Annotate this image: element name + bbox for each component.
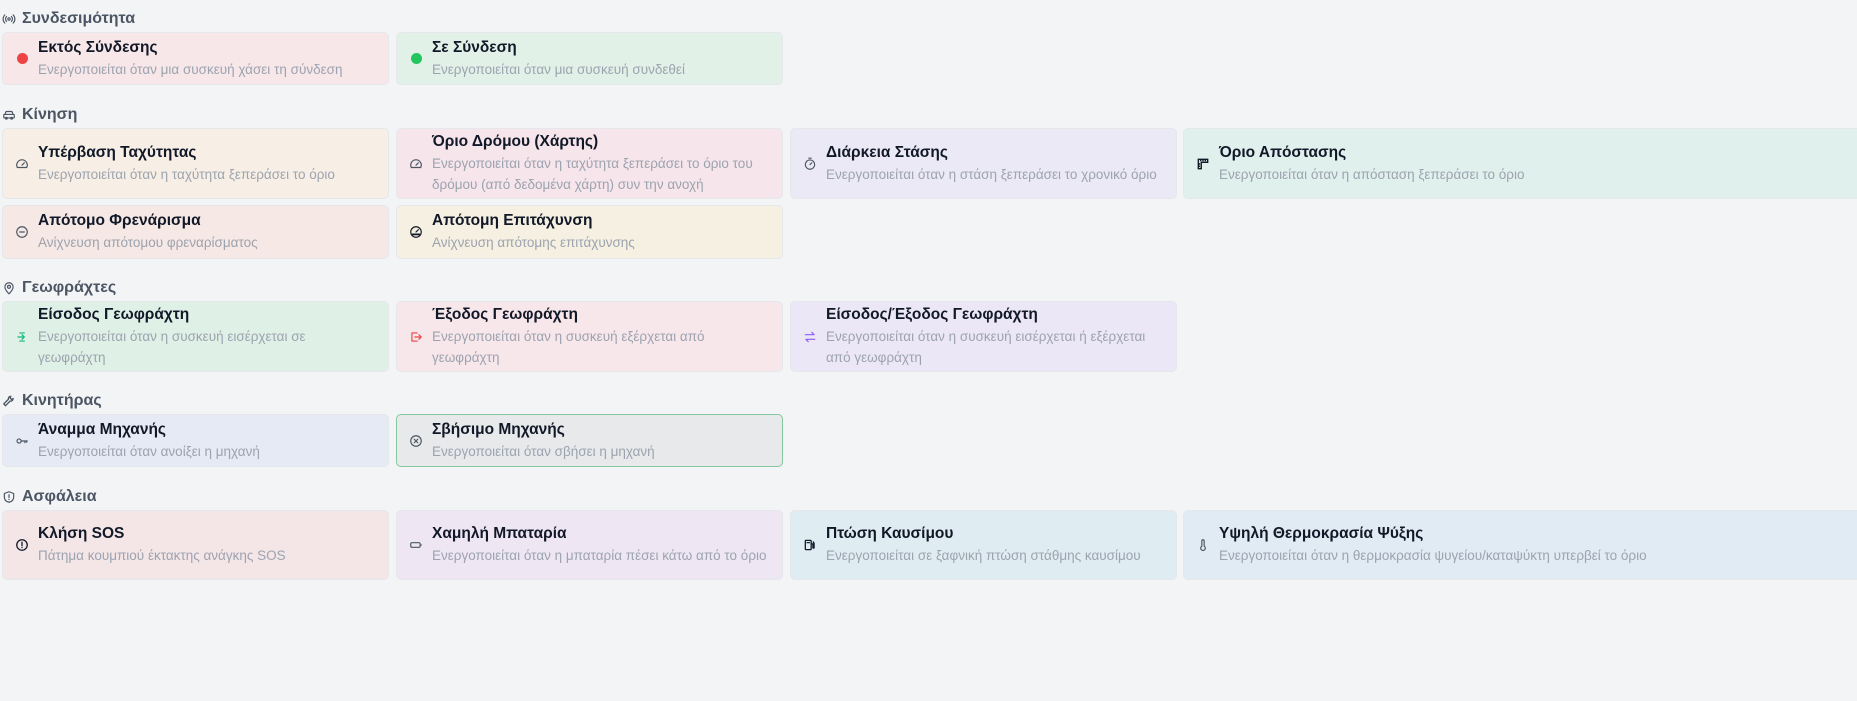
wrench-icon — [2, 395, 14, 407]
alert-card-geofence-enter[interactable]: Είσοδος Γεωφράχτη Ενεργοποιείται όταν η σ… — [2, 301, 389, 372]
section-title-safety: Ασφάλεια — [2, 486, 97, 508]
signal-icon — [2, 14, 16, 24]
car-icon — [3, 110, 15, 120]
alert-card-title: Απότομο Φρενάρισμα — [38, 212, 201, 229]
stopwatch-icon — [803, 157, 817, 171]
alert-card-offline[interactable]: Εκτός Σύνδεσης Ενεργοποιείται όταν μια συ… — [2, 32, 389, 85]
alert-card-title: Σβήσιμο Μηχανής — [432, 420, 565, 438]
alert-card-ignition-off[interactable]: Σβήσιμο Μηχανής Ενεργοποιείται όταν σβήσε… — [396, 414, 783, 467]
alert-card-ignition-on[interactable]: Άναμμα Μηχανής Ενεργοποιείται όταν ανοίξε… — [2, 414, 389, 467]
alert-card-harsh-acceleration[interactable]: Απότομη Επιτάχυνση Ανίχνευση απότομης επι… — [396, 205, 783, 259]
alert-card-title: Διάρκεια Στάσης — [826, 143, 948, 161]
section-title-label: Κινητήρας — [22, 392, 102, 409]
alert-card-title: Πτώση Καυσίμου — [826, 525, 954, 542]
battery-icon — [409, 538, 423, 552]
brake-icon — [15, 225, 29, 239]
alert-card-high-cooling-temp[interactable]: Υψηλή Θερμοκρασία Ψύξης Ενεργοποιείται ότ… — [1183, 510, 1857, 580]
alert-card-desc: Ενεργοποιείται όταν ανοίξει η μηχανή — [38, 443, 260, 459]
alert-card-desc: Ενεργοποιείται όταν η θερμοκρασία ψυγείο… — [1219, 548, 1647, 563]
alert-card-sos[interactable]: Κλήση SOS Πάτημα κουμπιού έκτακτης ανάγκη… — [2, 510, 389, 580]
alert-card-title: Όριο Δρόμου (Χάρτης) — [432, 133, 599, 150]
swap-arrows-icon — [803, 330, 817, 344]
section-title-engine: Κινητήρας — [2, 390, 102, 412]
alert-card-title: Υπέρβαση Ταχύτητας — [38, 143, 197, 161]
alert-card-overspeed[interactable]: Υπέρβαση Ταχύτητας Ενεργοποιείται όταν η … — [2, 128, 389, 199]
alert-card-online[interactable]: Σε Σύνδεση Ενεργοποιείται όταν μια συσκευ… — [396, 32, 783, 85]
alert-card-title: Εκτός Σύνδεσης — [38, 38, 158, 56]
alert-card-title: Χαμηλή Μπαταρία — [432, 525, 567, 542]
alert-card-desc: Ενεργοποιείται όταν η απόσταση ξεπεράσει… — [1219, 166, 1525, 182]
offline-dot-icon — [15, 52, 29, 66]
ruler-icon — [1196, 157, 1210, 171]
alert-card-title: Απότομη Επιτάχυνση — [432, 212, 593, 229]
alert-card-desc: Ενεργοποιείται όταν μια συσκευή χάσει τη… — [38, 61, 343, 77]
fuel-icon — [803, 538, 817, 552]
online-dot-icon — [409, 52, 423, 66]
alert-card-geofence-exit[interactable]: Έξοδος Γεωφράχτη Ενεργοποιείται όταν η συ… — [396, 301, 783, 372]
alert-card-desc: Ενεργοποιείται όταν μια συσκευή συνδεθεί — [432, 61, 685, 77]
alert-card-desc: Ενεργοποιείται όταν η συσκευή εισέρχεται… — [826, 329, 1146, 365]
alert-card-geofence-enter-exit[interactable]: Είσοδος/Έξοδος Γεωφράχτη Ενεργοποιείται ό… — [790, 301, 1177, 372]
section-title-label: Γεωφράχτες — [22, 279, 117, 296]
alert-card-distance-limit[interactable]: Όριο Απόστασης Ενεργοποιείται όταν η απόσ… — [1183, 128, 1857, 199]
alert-card-desc: Ενεργοποιείται όταν η μπαταρία πέσει κάτ… — [432, 548, 767, 563]
alert-card-desc: Ενεργοποιείται όταν η ταχύτητα ξεπεράσει… — [38, 166, 335, 182]
alert-card-title: Είσοδος Γεωφράχτη — [38, 306, 190, 323]
alert-card-desc: Ενεργοποιείται όταν σβήσει η μηχανή — [432, 443, 655, 459]
alert-card-desc: Ανίχνευση απότομου φρεναρίσματος — [38, 235, 258, 250]
alert-card-harsh-braking[interactable]: Απότομο Φρενάρισμα Ανίχνευση απότομου φρε… — [2, 205, 389, 259]
alert-card-desc: Ενεργοποιείται όταν η συσκευή εισέρχεται… — [38, 329, 306, 365]
alert-card-title: Σε Σύνδεση — [432, 38, 517, 56]
alert-card-fuel-drop[interactable]: Πτώση Καυσίμου Ενεργοποιείται σε ξαφνική … — [790, 510, 1177, 580]
alert-card-desc: Πάτημα κουμπιού έκτακτης ανάγκης SOS — [38, 548, 286, 563]
alert-card-desc: Ενεργοποιείται όταν η στάση ξεπεράσει το… — [826, 166, 1157, 182]
key-icon — [15, 434, 29, 448]
alert-circle-icon — [15, 538, 29, 552]
alert-card-title: Υψηλή Θερμοκρασία Ψύξης — [1219, 525, 1424, 542]
section-title-label: Ασφάλεια — [22, 488, 97, 505]
alert-card-desc: Ενεργοποιείται σε ξαφνική πτώση στάθμης … — [826, 548, 1141, 563]
alert-card-title: Άναμμα Μηχανής — [38, 420, 166, 438]
alert-card-desc: Ενεργοποιείται όταν η ταχύτητα ξεπεράσει… — [432, 156, 753, 192]
alert-card-stop-duration[interactable]: Διάρκεια Στάσης Ενεργοποιείται όταν η στά… — [790, 128, 1177, 199]
section-title-connectivity: Συνδεσιμότητα — [2, 8, 135, 30]
section-title-label: Κίνηση — [22, 106, 78, 123]
exit-icon — [409, 330, 423, 344]
alert-card-title: Όριο Απόστασης — [1219, 143, 1347, 161]
alert-card-desc: Ενεργοποιείται όταν η συσκευή εξέρχεται … — [432, 329, 705, 365]
alert-card-desc: Ανίχνευση απότομης επιτάχυνσης — [432, 235, 635, 250]
section-title-motion: Κίνηση — [2, 104, 77, 126]
map-pin-icon — [4, 282, 14, 295]
thermometer-icon — [1196, 538, 1210, 552]
gauge-icon — [409, 225, 423, 239]
alert-card-title: Έξοδος Γεωφράχτη — [432, 306, 578, 323]
power-off-icon — [409, 434, 423, 448]
enter-icon — [15, 330, 29, 344]
section-title-geofences: Γεωφράχτες — [2, 277, 116, 299]
alert-card-low-battery[interactable]: Χαμηλή Μπαταρία Ενεργοποιείται όταν η μπα… — [396, 510, 783, 580]
alert-card-road-limit[interactable]: Όριο Δρόμου (Χάρτης) Ενεργοποιείται όταν … — [396, 128, 783, 199]
alert-card-title: Είσοδος/Έξοδος Γεωφράχτη — [826, 306, 1038, 323]
section-title-label: Συνδεσιμότητα — [22, 10, 136, 27]
alert-card-title: Κλήση SOS — [38, 525, 125, 542]
shield-icon — [3, 491, 15, 503]
speedometer-icon — [15, 157, 29, 171]
alert-type-picker: Συνδεσιμότητα Εκτός Σύνδεσης Ενεργοποιείτ… — [0, 0, 1857, 701]
speedometer-icon — [409, 157, 423, 171]
